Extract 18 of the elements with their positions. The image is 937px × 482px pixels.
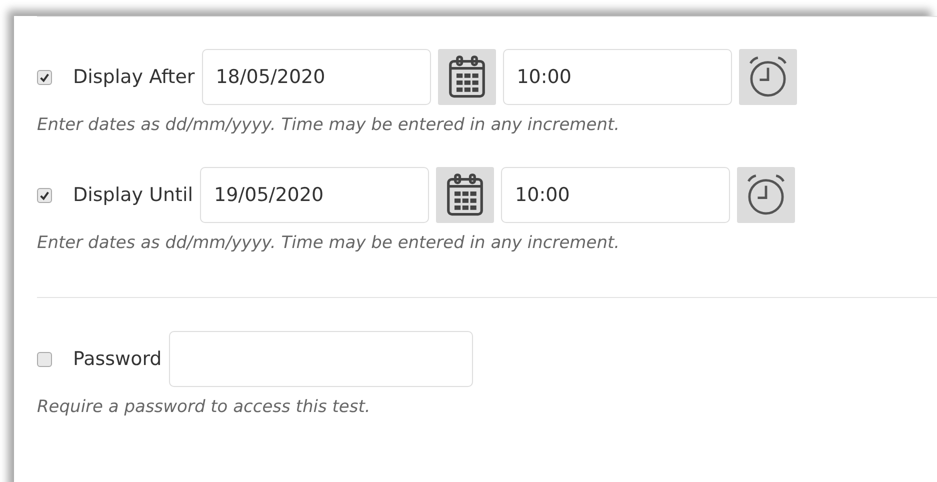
field-label: Display After	[73, 66, 195, 88]
time-field[interactable]: 10:00	[501, 167, 730, 223]
checkbox[interactable]	[37, 188, 52, 202]
calendar-button[interactable]	[436, 167, 494, 223]
calendar-button[interactable]	[438, 49, 496, 105]
checkbox[interactable]	[37, 70, 52, 84]
date-field[interactable]: 18/05/2020	[202, 49, 431, 105]
clock-button[interactable]	[738, 49, 797, 105]
time-field[interactable]: 10:00	[502, 49, 732, 105]
password-field[interactable]	[168, 331, 473, 387]
field-label: Display Until	[73, 184, 194, 206]
clock-button[interactable]	[737, 167, 796, 223]
date-field[interactable]: 19/05/2020	[200, 167, 430, 223]
help-text: Enter dates as dd/mm/yyyy. Time may be entered in any increment.	[37, 115, 621, 135]
help-text: Require a password to access this test.	[37, 397, 372, 417]
help-text: Enter dates as dd/mm/yyyy. Time may be entered in any increment.	[37, 233, 621, 253]
checkbox[interactable]	[37, 352, 52, 366]
field-label: Password	[73, 348, 162, 370]
